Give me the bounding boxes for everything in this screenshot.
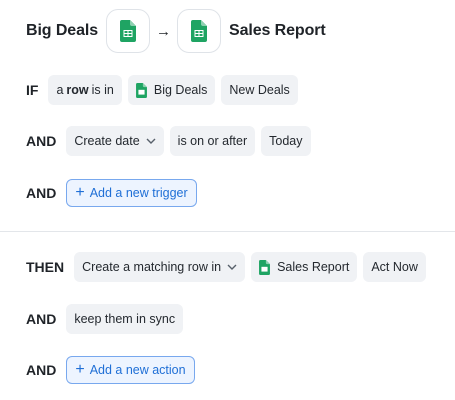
add-trigger-row: AND + Add a new trigger — [26, 178, 197, 208]
then-keyword: THEN — [26, 259, 65, 275]
google-sheets-icon — [259, 259, 271, 275]
operator-label: is on or after — [177, 134, 248, 148]
google-sheets-icon — [135, 82, 147, 98]
row-suffix: is in — [91, 83, 114, 97]
row-prefix: a — [56, 83, 64, 97]
trigger-condition-row: AND Create date is on or after Today — [26, 126, 317, 156]
header: Big Deals → Sales Report — [26, 8, 326, 54]
trigger-if-row: IF a row is in Big Deals New Deals — [26, 75, 304, 105]
target-app-box — [177, 9, 222, 53]
and-keyword: AND — [26, 133, 57, 149]
chevron-down-icon — [227, 264, 237, 270]
value-label: Today — [269, 134, 303, 148]
add-action-label: Add a new action — [89, 363, 186, 377]
flow-arrow-icon: → — [156, 22, 172, 40]
action-then-row: THEN Create a matching row in Sales Repo… — [26, 252, 432, 282]
and-keyword: AND — [26, 362, 57, 378]
target-sheet-chip[interactable]: Sales Report — [251, 252, 358, 282]
add-action-row: AND + Add a new action — [26, 355, 195, 385]
source-tab-label: New Deals — [229, 83, 290, 97]
source-app-box — [106, 9, 151, 53]
field-label: Create date — [74, 134, 140, 148]
plus-icon: + — [75, 361, 85, 378]
plus-icon: + — [75, 184, 85, 201]
chevron-down-icon — [146, 138, 156, 144]
sync-label: keep them in sync — [74, 312, 176, 326]
action-dropdown[interactable]: Create a matching row in — [74, 252, 246, 282]
action-sync-row: AND keep them in sync — [26, 304, 189, 334]
if-keyword: IF — [26, 82, 39, 98]
google-sheets-icon — [191, 20, 208, 42]
section-divider — [0, 231, 455, 232]
target-sheet-label: Sales Report — [277, 260, 350, 274]
source-sheet-label: Big Deals — [153, 83, 208, 97]
row-bold: row — [66, 83, 89, 97]
add-trigger-button[interactable]: + Add a new trigger — [66, 179, 197, 207]
action-label: Create a matching row in — [82, 260, 222, 274]
source-tab-chip[interactable]: New Deals — [221, 75, 298, 105]
add-action-button[interactable]: + Add a new action — [66, 356, 195, 384]
source-title: Big Deals — [26, 22, 99, 39]
target-title: Sales Report — [229, 22, 326, 39]
value-chip[interactable]: Today — [261, 126, 311, 156]
and-keyword: AND — [26, 311, 57, 327]
sync-chip[interactable]: keep them in sync — [66, 304, 184, 334]
add-trigger-label: Add a new trigger — [89, 186, 188, 200]
google-sheets-icon — [120, 20, 137, 42]
and-keyword: AND — [26, 185, 57, 201]
operator-chip[interactable]: is on or after — [169, 126, 256, 156]
target-tab-chip[interactable]: Act Now — [363, 252, 426, 282]
field-dropdown[interactable]: Create date — [66, 126, 164, 156]
row-scope-chip[interactable]: a row is in — [48, 75, 122, 105]
source-sheet-chip[interactable]: Big Deals — [127, 75, 216, 105]
target-tab-label: Act Now — [371, 260, 418, 274]
